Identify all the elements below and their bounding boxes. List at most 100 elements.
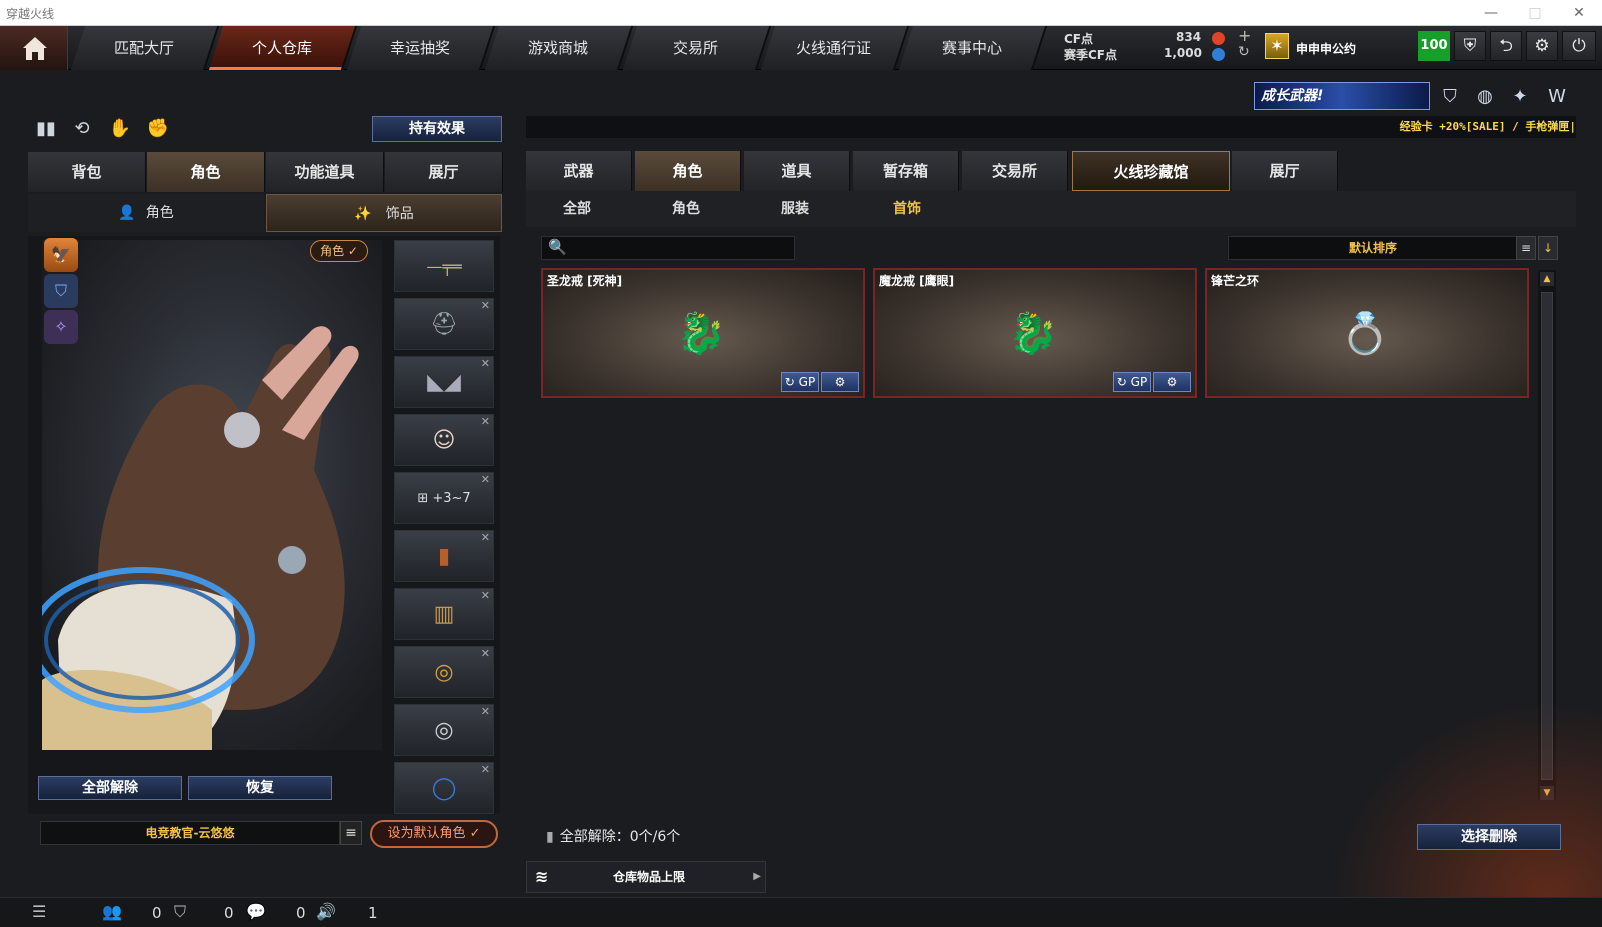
item-name: 锋芒之环 (1211, 274, 1260, 288)
subtab-character[interactable]: 👤 角色 (28, 194, 264, 232)
left-tab-backpack[interactable]: 背包 (28, 152, 146, 192)
settings-button[interactable]: ⚙ (821, 372, 859, 392)
menu-icon[interactable]: ≡ (340, 821, 362, 845)
growth-weapon-banner[interactable]: 成长武器! (1254, 82, 1430, 110)
subtab-jewelry[interactable]: 首饰 (893, 191, 921, 227)
right-tab-weapons[interactable]: 武器 (526, 151, 632, 191)
minimize-button[interactable]: — (1468, 0, 1514, 26)
slot-goggles[interactable]: ✕ ◣◢ (394, 356, 494, 408)
clan-icon[interactable]: ⛉ (174, 902, 186, 922)
right-tab-character[interactable]: 角色 (635, 151, 741, 191)
stats-icon[interactable]: ▮▮ (34, 117, 58, 141)
set-default-character-button[interactable]: 设为默认角色 ✓ (370, 820, 498, 848)
item-name: 魔龙戒 [鹰眼] (879, 274, 955, 288)
emblem-icon[interactable]: ⛉ (1437, 84, 1463, 110)
sort-direction-icon[interactable]: ↓ (1538, 236, 1558, 260)
item-card[interactable]: 锋芒之环 💍 (1205, 268, 1529, 398)
refresh-icon[interactable]: ↻ (1238, 44, 1250, 60)
promo-bar: 经验卡 +20%[SALE] / 手枪弹匣| (526, 116, 1576, 138)
status-bar: ☰ 👥 0 ⛉ 0 💬 0 🔊 1 (0, 897, 1602, 927)
slot-character[interactable]: ✕ ☺ (394, 414, 494, 466)
close-button[interactable]: ✕ (1556, 0, 1602, 26)
default-character-name[interactable]: 电竞教官-云悠悠 (40, 821, 340, 845)
slot-holster[interactable]: ✕ ▮ (394, 530, 494, 582)
character-model[interactable] (29, 240, 382, 750)
right-tab-exchange[interactable]: 交易所 (962, 151, 1068, 191)
slot-sniper-rifle[interactable]: —╤═ (394, 240, 494, 292)
silver-dragon-ring-icon: 🐉 (1008, 311, 1058, 357)
sparkle-badge-icon[interactable]: ✦ (1507, 84, 1533, 110)
layers-icon: ≋ (535, 867, 549, 886)
exit-icon[interactable]: ⮌ (1490, 31, 1522, 61)
search-input[interactable]: 🔍 (541, 236, 795, 260)
list-icon[interactable]: ☰ (32, 902, 46, 921)
glove-icon[interactable]: ✊ (146, 117, 170, 141)
speaker-icon[interactable]: 🔊 (316, 902, 336, 921)
slot-ring-blue[interactable]: ✕ ◯ (394, 762, 494, 814)
add-cf-icon[interactable]: + (1238, 26, 1251, 45)
item-card[interactable]: 魔龙戒 [鹰眼] 🐉 ↻ GP ⚙ (873, 268, 1197, 398)
right-tab-items[interactable]: 道具 (744, 151, 850, 191)
wing-logo-icon[interactable]: W (1544, 84, 1570, 110)
maximize-button[interactable]: □ (1512, 0, 1558, 26)
promo-text[interactable]: 经验卡 +20%[SALE] / 手枪弹匣| (1400, 118, 1576, 134)
nav-tab-match-lobby[interactable]: 匹配大厅 (70, 26, 220, 70)
glove-hand-illustration (29, 326, 359, 750)
chat-icon[interactable]: 💬 (246, 902, 266, 921)
settings-button[interactable]: ⚙ (1153, 372, 1191, 392)
subtab-outfit[interactable]: 服装 (781, 191, 809, 227)
right-tab-gallery[interactable]: 展厅 (1232, 151, 1338, 191)
season-coin-icon (1212, 48, 1225, 61)
holding-effect-button[interactable]: 持有效果 (372, 116, 502, 142)
armor-category-icon[interactable]: ⛉ (44, 274, 78, 308)
right-tab-collection[interactable]: 火线珍藏馆 (1072, 151, 1230, 191)
rotate-icon[interactable]: ⟲ (70, 117, 94, 141)
home-button[interactable] (0, 26, 68, 70)
slot-ammo-pouch[interactable]: ✕ ▥ (394, 588, 494, 640)
sniper-rifle-icon: —╤═ (426, 257, 462, 276)
scroll-up-icon[interactable]: ▲ (1540, 272, 1554, 286)
list-view-icon[interactable]: ≡ (1516, 236, 1536, 260)
restore-button[interactable]: 恢复 (188, 776, 332, 800)
wing-category-icon[interactable]: ✧ (44, 310, 78, 344)
select-delete-button[interactable]: 选择删除 (1417, 824, 1561, 850)
left-tab-gallery[interactable]: 展厅 (385, 152, 503, 192)
nav-tab-game-mall[interactable]: 游戏商城 (484, 26, 634, 70)
role-badge[interactable]: 角色 ✓ (310, 240, 368, 262)
slot-backpack[interactable]: ✕ ⊞ +3~7 (394, 472, 494, 524)
cf-value: 834 (1176, 30, 1202, 44)
gear-icon[interactable]: ⚙ (1526, 31, 1558, 61)
pose-icon[interactable]: ✋ (108, 117, 132, 141)
slot-ring-silver-dragon[interactable]: ✕ ◎ (394, 704, 494, 756)
window-titlebar: 穿越火线 — □ ✕ (0, 0, 1602, 26)
shield-icon[interactable]: ⛨ (1454, 31, 1486, 61)
silver-dragon-ring-icon: ◎ (434, 718, 454, 743)
blue-ring-icon: 💍 (1340, 311, 1390, 357)
power-icon[interactable]: ⏻ (1562, 31, 1596, 61)
friends-icon[interactable]: 👥 (102, 902, 122, 921)
subtab-all[interactable]: 全部 (563, 191, 591, 227)
storage-limit-button[interactable]: ≋ 仓库物品上限 ▶ (526, 861, 766, 893)
slot-ring-gold-dragon[interactable]: ✕ ◎ (394, 646, 494, 698)
slot-helmet[interactable]: ✕ ⛑ (394, 298, 494, 350)
item-card[interactable]: 圣龙戒 [死神] 🐉 ↻ GP ⚙ (541, 268, 865, 398)
nav-tab-lucky-draw[interactable]: 幸运抽奖 (346, 26, 496, 70)
unequip-all-button[interactable]: 全部解除 (38, 776, 182, 800)
backpack-icon: ⊞ +3~7 (417, 491, 471, 506)
subtab-accessories[interactable]: ✨ 饰品 (266, 194, 502, 232)
friends-count: 0 (152, 904, 162, 922)
left-tab-functional-items[interactable]: 功能道具 (266, 152, 384, 192)
character-category-icon[interactable]: 🦅 (44, 238, 78, 272)
subtab-role[interactable]: 角色 (672, 191, 700, 227)
nav-tab-event-center[interactable]: 赛事中心 (898, 26, 1048, 70)
globe-icon[interactable]: ◍ (1472, 84, 1498, 110)
nav-tab-personal-warehouse[interactable]: 个人仓库 (208, 26, 358, 70)
nav-tab-exchange[interactable]: 交易所 (622, 26, 772, 70)
sparkle-icon: ✨ (354, 206, 372, 222)
left-tab-character[interactable]: 角色 (147, 152, 265, 192)
refresh-gp-button[interactable]: ↻ GP (1113, 372, 1151, 392)
refresh-gp-button[interactable]: ↻ GP (781, 372, 819, 392)
nav-tab-battle-pass[interactable]: 火线通行证 (760, 26, 910, 70)
right-tab-temp-storage[interactable]: 暂存箱 (853, 151, 959, 191)
sort-dropdown[interactable]: 默认排序 (1228, 236, 1518, 260)
